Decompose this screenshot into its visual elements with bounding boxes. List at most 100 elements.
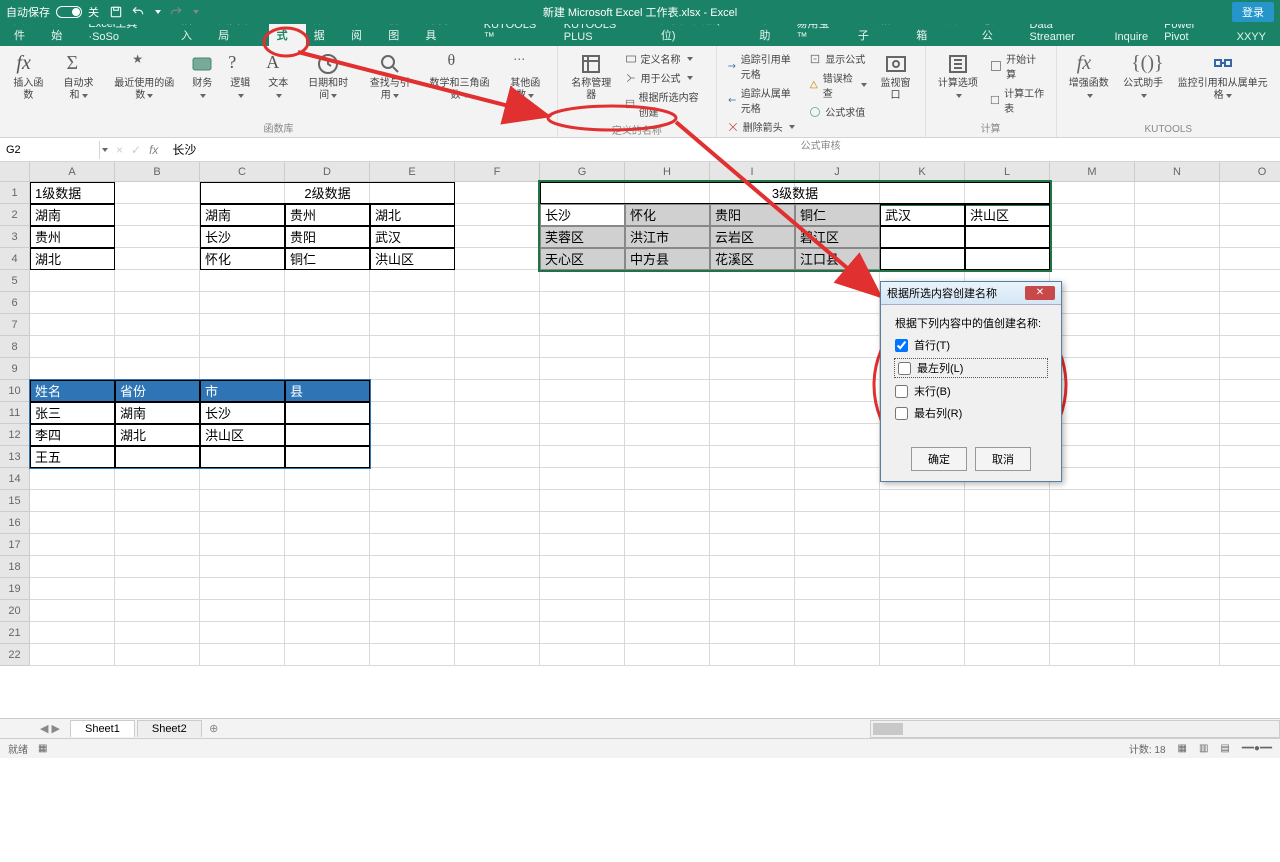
cell-I5[interactable]: [710, 270, 795, 292]
cell-F15[interactable]: [455, 490, 540, 512]
cell-D5[interactable]: [285, 270, 370, 292]
cell-L15[interactable]: [965, 490, 1050, 512]
cell-G3[interactable]: 芙蓉区: [540, 226, 625, 248]
cell-B16[interactable]: [115, 512, 200, 534]
row-header-21[interactable]: 21: [0, 622, 30, 644]
col-header-J[interactable]: J: [795, 162, 880, 182]
cell-E17[interactable]: [370, 534, 455, 556]
cell-B9[interactable]: [115, 358, 200, 380]
cell-G16[interactable]: [540, 512, 625, 534]
cell-J8[interactable]: [795, 336, 880, 358]
cell-D22[interactable]: [285, 644, 370, 666]
sheet-tab[interactable]: Sheet2: [137, 720, 202, 737]
cell-K16[interactable]: [880, 512, 965, 534]
cell-H10[interactable]: [625, 380, 710, 402]
name-manager-button[interactable]: 名称管理器: [566, 50, 617, 120]
watch-cells-button[interactable]: 监控引用和从属单元格: [1173, 50, 1272, 104]
cell-K15[interactable]: [880, 490, 965, 512]
cell-M11[interactable]: [1050, 402, 1135, 424]
cell-M12[interactable]: [1050, 424, 1135, 446]
cell-B4[interactable]: [115, 248, 200, 270]
cell-F22[interactable]: [455, 644, 540, 666]
cell-K17[interactable]: [880, 534, 965, 556]
cell-G13[interactable]: [540, 446, 625, 468]
cell-A16[interactable]: [30, 512, 115, 534]
cell-N19[interactable]: [1135, 578, 1220, 600]
cell-I2[interactable]: 贵阳: [710, 204, 795, 226]
ok-button[interactable]: 确定: [911, 447, 967, 471]
cell-D19[interactable]: [285, 578, 370, 600]
cell-H21[interactable]: [625, 622, 710, 644]
calculate-sheet-button[interactable]: 计算工作表: [988, 84, 1047, 116]
cell-C8[interactable]: [200, 336, 285, 358]
cell-N17[interactable]: [1135, 534, 1220, 556]
select-all-corner[interactable]: [0, 162, 30, 182]
cell-H11[interactable]: [625, 402, 710, 424]
cell-K2[interactable]: 武汉: [880, 204, 965, 226]
cell-F6[interactable]: [455, 292, 540, 314]
cell-D21[interactable]: [285, 622, 370, 644]
cell-G20[interactable]: [540, 600, 625, 622]
cell-O6[interactable]: [1220, 292, 1280, 314]
cell-H13[interactable]: [625, 446, 710, 468]
cell-N4[interactable]: [1135, 248, 1220, 270]
cell-A11[interactable]: 张三: [30, 402, 115, 424]
col-header-L[interactable]: L: [965, 162, 1050, 182]
cell-A6[interactable]: [30, 292, 115, 314]
cell-C18[interactable]: [200, 556, 285, 578]
cell-L18[interactable]: [965, 556, 1050, 578]
cell-C22[interactable]: [200, 644, 285, 666]
cell-M9[interactable]: [1050, 358, 1135, 380]
cell-F18[interactable]: [455, 556, 540, 578]
cell-M4[interactable]: [1050, 248, 1135, 270]
create-from-selection-button[interactable]: 根据所选内容创建: [623, 88, 708, 120]
row-header-20[interactable]: 20: [0, 600, 30, 622]
horizontal-scrollbar[interactable]: [870, 720, 1280, 738]
view-pagebreak-icon[interactable]: ▤: [1220, 743, 1229, 754]
cell-B11[interactable]: 湖南: [115, 402, 200, 424]
cell-E18[interactable]: [370, 556, 455, 578]
cell-G7[interactable]: [540, 314, 625, 336]
cell-G1[interactable]: 3级数据: [540, 182, 1050, 204]
finance-button[interactable]: 财务: [186, 50, 218, 104]
cell-L17[interactable]: [965, 534, 1050, 556]
cell-C19[interactable]: [200, 578, 285, 600]
cell-I13[interactable]: [710, 446, 795, 468]
row-header-7[interactable]: 7: [0, 314, 30, 336]
cell-H19[interactable]: [625, 578, 710, 600]
define-name-button[interactable]: 定义名称: [623, 50, 708, 67]
cell-H18[interactable]: [625, 556, 710, 578]
cell-B17[interactable]: [115, 534, 200, 556]
cell-J11[interactable]: [795, 402, 880, 424]
cell-I7[interactable]: [710, 314, 795, 336]
cell-E8[interactable]: [370, 336, 455, 358]
trace-precedents-button[interactable]: 追踪引用单元格: [725, 50, 802, 82]
dialog-titlebar[interactable]: 根据所选内容创建名称 ✕: [881, 282, 1061, 305]
cell-E11[interactable]: [370, 402, 455, 424]
cell-I10[interactable]: [710, 380, 795, 402]
cell-E2[interactable]: 湖北: [370, 204, 455, 226]
cell-C16[interactable]: [200, 512, 285, 534]
view-normal-icon[interactable]: ▦: [1178, 743, 1187, 754]
cell-I14[interactable]: [710, 468, 795, 490]
cell-C3[interactable]: 长沙: [200, 226, 285, 248]
cell-H8[interactable]: [625, 336, 710, 358]
checkbox-right-col[interactable]: 最右列(R): [895, 405, 1047, 421]
cell-M3[interactable]: [1050, 226, 1135, 248]
row-header-2[interactable]: 2: [0, 204, 30, 226]
tab-XXYY[interactable]: XXYY: [1229, 28, 1274, 46]
calc-options-button[interactable]: 计算选项: [934, 50, 983, 116]
row-header-6[interactable]: 6: [0, 292, 30, 314]
checkbox-top-row[interactable]: 首行(T): [895, 337, 1047, 353]
cell-O22[interactable]: [1220, 644, 1280, 666]
cell-B7[interactable]: [115, 314, 200, 336]
cell-I21[interactable]: [710, 622, 795, 644]
cell-G15[interactable]: [540, 490, 625, 512]
row-header-19[interactable]: 19: [0, 578, 30, 600]
cell-J2[interactable]: 铜仁: [795, 204, 880, 226]
cell-F9[interactable]: [455, 358, 540, 380]
cell-H14[interactable]: [625, 468, 710, 490]
cell-C20[interactable]: [200, 600, 285, 622]
cell-F8[interactable]: [455, 336, 540, 358]
cell-B18[interactable]: [115, 556, 200, 578]
